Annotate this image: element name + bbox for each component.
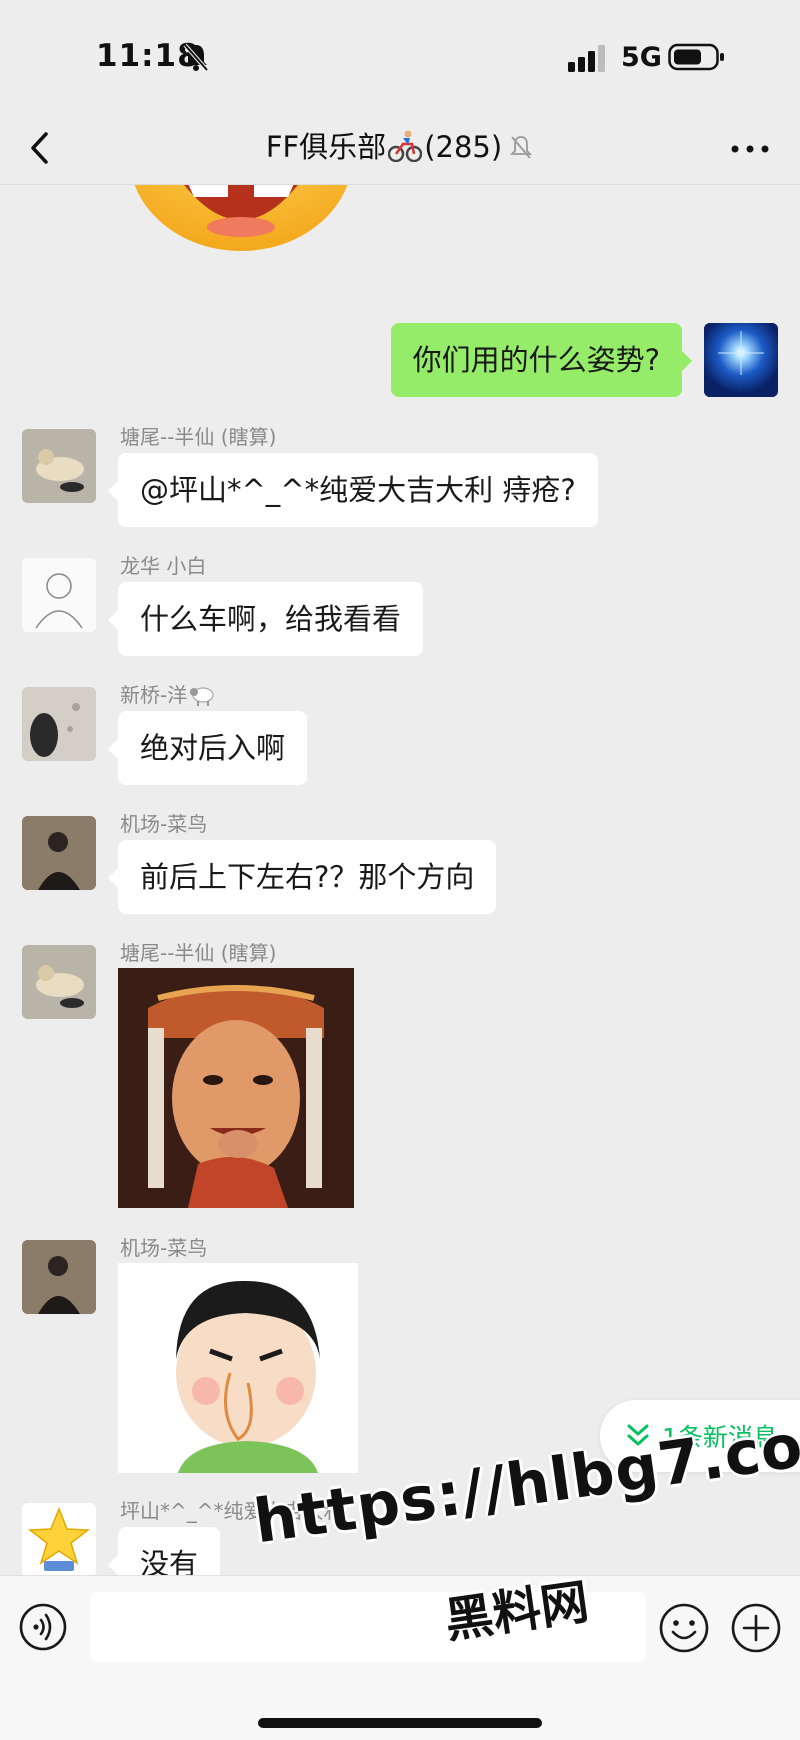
message-bubble[interactable]: 前后上下左右?？那个方向	[107, 840, 497, 914]
sender-name: 龙华 小白	[120, 554, 207, 578]
cyclist-emoji-icon	[388, 130, 423, 162]
chat-header: FF俱乐部 (285)	[0, 112, 800, 185]
message-bubble-self[interactable]: 你们用的什么姿势?	[390, 323, 693, 397]
sender-name: 新桥-洋	[120, 679, 217, 708]
chat-member-count: (285)	[424, 130, 503, 164]
sender-name: 塘尾--半仙 (瞎算)	[120, 941, 277, 965]
avatar-pingshan[interactable]	[22, 1503, 96, 1575]
avatar-xinqiao[interactable]	[22, 687, 96, 761]
message-bubble[interactable]: 绝对后入啊	[107, 711, 308, 785]
message-bubble[interactable]: @坪山*^_^*纯爱大吉大利 痔疮?	[108, 453, 598, 527]
laughing-emoji-sticker[interactable]	[128, 185, 354, 255]
monk-meme-sticker[interactable]	[118, 968, 354, 1208]
plus-icon[interactable]	[730, 1602, 782, 1654]
bell-muted-icon	[183, 43, 209, 72]
nose-pinch-cartoon-sticker[interactable]	[118, 1263, 358, 1473]
avatar-jichang[interactable]	[22, 816, 96, 890]
sender-name: 机场-菜鸟	[120, 812, 208, 836]
chat-title: FF俱乐部 (285)	[0, 124, 800, 166]
signal-icon	[568, 45, 605, 72]
avatar-tangwei[interactable]	[22, 945, 96, 1019]
mute-bell-icon	[509, 136, 533, 159]
voice-input-icon[interactable]	[18, 1602, 68, 1652]
sender-name-text: 新桥-洋	[120, 683, 188, 707]
self-avatar[interactable]	[704, 323, 778, 397]
chat-title-name: FF俱乐部	[265, 130, 387, 164]
message-bubble[interactable]: 什么车啊，给我看看	[107, 582, 424, 656]
message-bubble[interactable]: 没有	[107, 1527, 221, 1575]
network-type: 5G	[621, 42, 662, 73]
avatar-tangwei[interactable]	[22, 429, 96, 503]
input-bar	[0, 1575, 800, 1740]
emoji-icon[interactable]	[658, 1602, 710, 1654]
sender-name: 机场-菜鸟	[120, 1236, 208, 1260]
message-list[interactable]: 你们用的什么姿势? 塘尾--半仙 (瞎算) @坪山*^_^*纯爱大吉大利 痔疮?…	[0, 185, 800, 1575]
sender-name: 塘尾--半仙 (瞎算)	[120, 425, 277, 449]
sheep-emoji-icon	[190, 687, 214, 706]
battery-icon	[668, 43, 724, 71]
home-indicator	[258, 1718, 542, 1728]
status-bar: 11:18 5G	[0, 0, 800, 112]
avatar-longhua[interactable]	[22, 558, 96, 632]
avatar-jichang[interactable]	[22, 1240, 96, 1314]
more-icon[interactable]	[720, 134, 780, 164]
